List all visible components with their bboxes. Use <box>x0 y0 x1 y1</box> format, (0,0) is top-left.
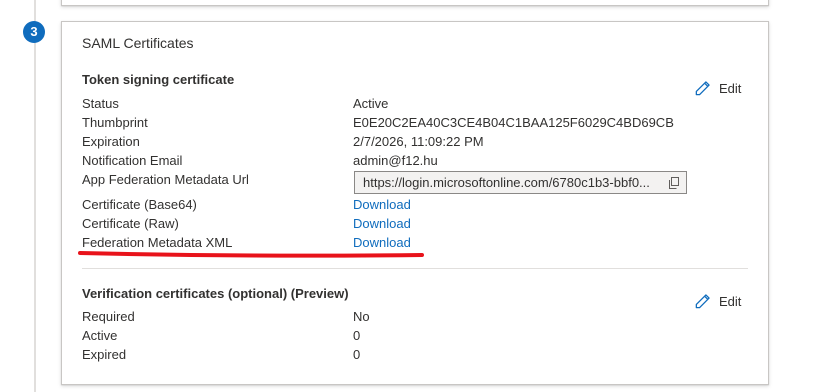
pencil-icon <box>695 81 710 96</box>
row-active: Active 0 <box>82 328 742 347</box>
thumbprint-label: Thumbprint <box>82 115 148 130</box>
row-status: Status Active <box>82 96 742 115</box>
cert-base64-label: Certificate (Base64) <box>82 197 197 212</box>
row-cert-base64: Certificate (Base64) Download <box>82 197 742 216</box>
red-underline-annotation <box>78 251 424 258</box>
status-label: Status <box>82 96 119 111</box>
active-value: 0 <box>353 328 361 343</box>
pencil-icon <box>695 294 710 309</box>
row-required: Required No <box>82 309 742 328</box>
token-signing-section-title: Token signing certificate <box>82 72 235 87</box>
active-label: Active <box>82 328 118 343</box>
row-thumbprint: Thumbprint E0E20C2EA40C3CE4B04C1BAA125F6… <box>82 115 742 134</box>
status-value: Active <box>353 96 389 111</box>
metadata-url-field[interactable]: https://login.microsoftonline.com/6780c1… <box>354 171 687 194</box>
row-cert-raw: Certificate (Raw) Download <box>82 216 742 235</box>
previous-card-bottom <box>61 0 769 6</box>
metadata-url-label: App Federation Metadata Url <box>82 172 249 187</box>
row-notification-email: Notification Email admin@f12.hu <box>82 153 742 172</box>
required-value: No <box>353 309 370 324</box>
edit-label: Edit <box>719 294 742 309</box>
section-divider <box>82 268 748 269</box>
expired-label: Expired <box>82 347 127 362</box>
copy-icon[interactable] <box>668 177 680 189</box>
row-expiration: Expiration 2/7/2026, 11:09:22 PM <box>82 134 742 153</box>
edit-label: Edit <box>719 81 742 96</box>
timeline-line <box>34 0 36 392</box>
cert-raw-label: Certificate (Raw) <box>82 216 179 231</box>
cert-raw-download-link[interactable]: Download <box>353 216 411 231</box>
expiration-label: Expiration <box>82 134 140 149</box>
step-number-badge: 3 <box>23 21 45 43</box>
notification-email-value: admin@f12.hu <box>353 153 438 168</box>
verification-section-title: Verification certificates (optional) (Pr… <box>82 286 349 301</box>
federation-metadata-xml-download-link[interactable]: Download <box>353 235 411 250</box>
cert-base64-download-link[interactable]: Download <box>353 197 411 212</box>
expired-value: 0 <box>353 347 361 362</box>
verification-edit-button[interactable]: Edit <box>694 293 741 310</box>
required-label: Required <box>82 309 135 324</box>
row-expired: Expired 0 <box>82 347 742 366</box>
notification-email-label: Notification Email <box>82 153 183 168</box>
card-title: SAML Certificates <box>82 35 194 51</box>
thumbprint-value: E0E20C2EA40C3CE4B04C1BAA125F6029C4BD69CB <box>353 115 674 130</box>
saml-certificates-card: SAML Certificates Token signing certific… <box>61 21 769 385</box>
metadata-url-value: https://login.microsoftonline.com/6780c1… <box>363 175 650 190</box>
federation-metadata-xml-label: Federation Metadata XML <box>82 235 233 250</box>
expiration-value: 2/7/2026, 11:09:22 PM <box>353 134 484 149</box>
token-signing-edit-button[interactable]: Edit <box>694 80 741 97</box>
